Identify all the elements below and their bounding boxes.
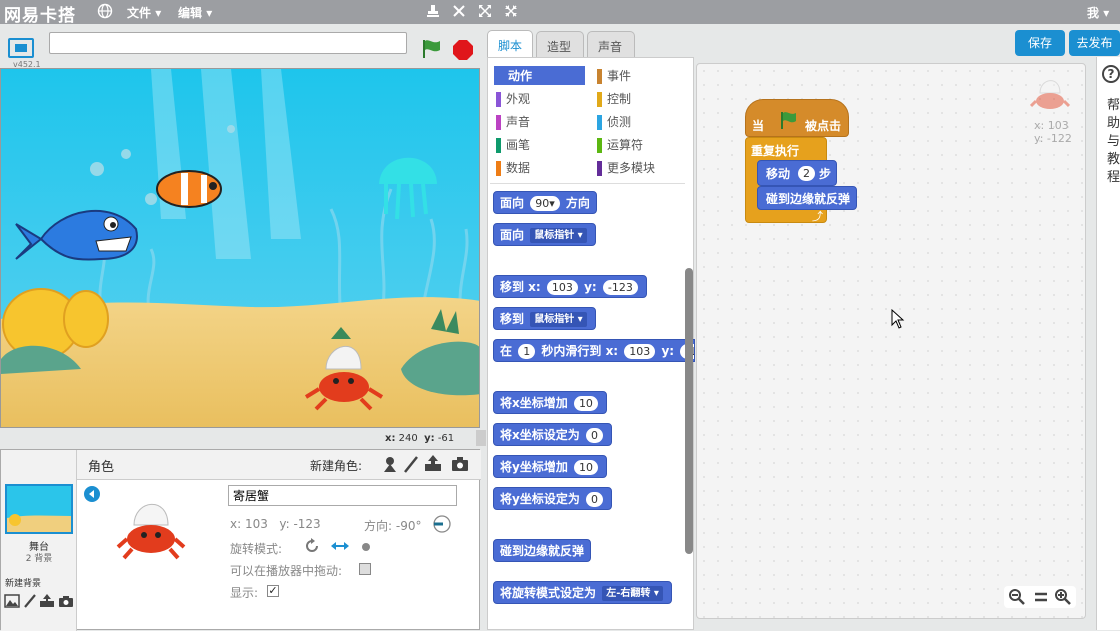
- category-sensing[interactable]: 侦测: [597, 113, 631, 131]
- stage-column: 舞台 2 背景 新建背景: [1, 450, 77, 631]
- category-control[interactable]: 控制: [597, 90, 631, 108]
- duplicate-stamp-icon[interactable]: [424, 3, 442, 21]
- upload-backdrop-icon[interactable]: [39, 593, 55, 608]
- sprite-direction-info: 方向: -90°: [364, 519, 422, 533]
- block-glide-to-xy[interactable]: 在 1 秒内滑行到 x: 103 y: -1: [493, 339, 695, 362]
- category-looks[interactable]: 外观: [496, 90, 530, 108]
- sprite-library-icon[interactable]: [381, 455, 399, 473]
- help-tips-label[interactable]: 帮 助 与 教 程: [1107, 97, 1120, 187]
- rotation-style-label: 旋转模式:: [230, 542, 283, 556]
- category-data[interactable]: 数据: [496, 159, 530, 177]
- shrink-icon[interactable]: [502, 3, 520, 21]
- tab-sounds[interactable]: 声音: [587, 31, 635, 58]
- stop-button[interactable]: [453, 40, 473, 60]
- move-steps-block[interactable]: 移动 2 步: [757, 160, 837, 186]
- sprites-label: 角色: [88, 460, 115, 475]
- tab-costumes[interactable]: 造型: [536, 31, 584, 58]
- show-checkbox[interactable]: ✓: [267, 585, 279, 597]
- block-bounce-on-edge[interactable]: 碰到边缘就反弹: [493, 539, 592, 562]
- category-pen[interactable]: 画笔: [496, 136, 530, 154]
- sprite-panel: 舞台 2 背景 新建背景 角色 新建角色: 寄居蟹 x: 103 y: -123…: [0, 449, 481, 631]
- sprite-panel-header: 角色 新建角色:: [77, 450, 481, 480]
- category-events[interactable]: 事件: [597, 67, 631, 85]
- rotation-none-icon[interactable]: [362, 543, 370, 551]
- palette-divider: [490, 183, 685, 184]
- draggable-label: 可以在播放器中拖动:: [230, 564, 343, 578]
- palette-scrollbar[interactable]: [685, 268, 693, 554]
- show-label: 显示:: [230, 586, 259, 600]
- block-change-x[interactable]: 将x坐标增加 10: [493, 391, 607, 414]
- file-menu[interactable]: 文件 ▾: [127, 4, 161, 21]
- watermark-y: y: -122: [1034, 132, 1072, 145]
- stage-canvas[interactable]: [0, 68, 480, 428]
- top-menu-bar: 网易卡搭 文件 ▾ 编辑 ▾ 我 ▾: [0, 0, 1120, 26]
- app-logo[interactable]: 网易卡搭: [4, 1, 76, 26]
- block-point-in-direction[interactable]: 面向 90▾ 方向: [493, 191, 597, 214]
- collapse-stage-arrow[interactable]: [476, 430, 486, 446]
- clownfish-sprite: [156, 170, 222, 208]
- bounce-on-edge-block[interactable]: 碰到边缘就反弹: [757, 186, 857, 210]
- help-panel: ? 帮 助 与 教 程: [1096, 57, 1120, 630]
- direction-dial[interactable]: [433, 515, 451, 533]
- stage-thumbnail[interactable]: [5, 484, 73, 534]
- sprite-name-input[interactable]: [228, 485, 457, 506]
- when-flag-clicked-block[interactable]: 当 被点击: [745, 99, 849, 137]
- block-change-y[interactable]: 将y坐标增加 10: [493, 455, 608, 478]
- paint-backdrop-icon[interactable]: [23, 594, 37, 608]
- draggable-checkbox[interactable]: [359, 563, 371, 575]
- new-backdrop-label: 新建背景: [5, 579, 42, 589]
- zoom-reset-icon[interactable]: [1032, 588, 1050, 606]
- block-set-x[interactable]: 将x坐标设定为 0: [493, 423, 612, 446]
- save-button[interactable]: 保存: [1015, 30, 1065, 56]
- green-flag-icon: [779, 110, 799, 133]
- fullscreen-button[interactable]: [8, 38, 34, 58]
- block-set-rotation-style[interactable]: 将旋转模式设定为 左-右翻转 ▾: [493, 581, 672, 604]
- watermark-x: x: 103: [1034, 119, 1069, 132]
- tab-scripts[interactable]: 脚本: [487, 30, 533, 58]
- block-go-to[interactable]: 移到 鼠标指针 ▾: [493, 307, 596, 330]
- mouse-cursor: [891, 308, 905, 329]
- project-name-input[interactable]: [49, 32, 407, 54]
- zoom-controls: [1004, 586, 1076, 608]
- globe-icon[interactable]: [96, 3, 114, 21]
- loop-arrow-icon: ⤴: [812, 210, 823, 223]
- sprite-info-back-button[interactable]: [84, 486, 100, 502]
- upload-sprite-icon[interactable]: [424, 454, 442, 472]
- rotation-left-right-icon[interactable]: [331, 540, 349, 552]
- zoom-out-icon[interactable]: [1008, 588, 1026, 606]
- camera-backdrop-icon[interactable]: [58, 595, 74, 608]
- block-point-towards[interactable]: 面向 鼠标指针 ▾: [493, 223, 596, 246]
- block-set-y[interactable]: 将y坐标设定为 0: [493, 487, 613, 510]
- stage-backdrop-count: 2 背景: [25, 554, 53, 564]
- category-operators[interactable]: 运算符: [597, 136, 643, 154]
- camera-sprite-icon[interactable]: [451, 456, 469, 472]
- sprite-costume-preview: [116, 495, 186, 561]
- current-sprite-watermark: [1029, 75, 1071, 113]
- user-menu[interactable]: 我 ▾: [1087, 4, 1109, 21]
- category-sound[interactable]: 声音: [496, 113, 530, 131]
- stage-mouse-coords: x: 240 y: -61: [385, 433, 455, 444]
- new-sprite-label: 新建角色:: [310, 459, 363, 473]
- rotation-all-around-icon[interactable]: [304, 538, 320, 554]
- category-more-blocks[interactable]: 更多模块: [597, 159, 655, 177]
- help-question-icon[interactable]: ?: [1102, 65, 1120, 83]
- zoom-in-icon[interactable]: [1054, 588, 1072, 606]
- edit-menu[interactable]: 编辑 ▾: [178, 4, 212, 21]
- block-go-to-xy[interactable]: 移到 x: 103 y: -123: [493, 275, 647, 298]
- paint-sprite-icon[interactable]: [403, 455, 419, 473]
- delete-scissors-icon[interactable]: [450, 3, 468, 21]
- backdrop-library-icon[interactable]: [4, 594, 20, 608]
- publish-button[interactable]: 去发布: [1069, 30, 1120, 56]
- sprite-xy-info: x: 103 y: -123: [230, 517, 321, 531]
- grow-icon[interactable]: [476, 3, 494, 21]
- green-flag-button[interactable]: [421, 38, 441, 58]
- category-motion[interactable]: 动作: [496, 67, 532, 85]
